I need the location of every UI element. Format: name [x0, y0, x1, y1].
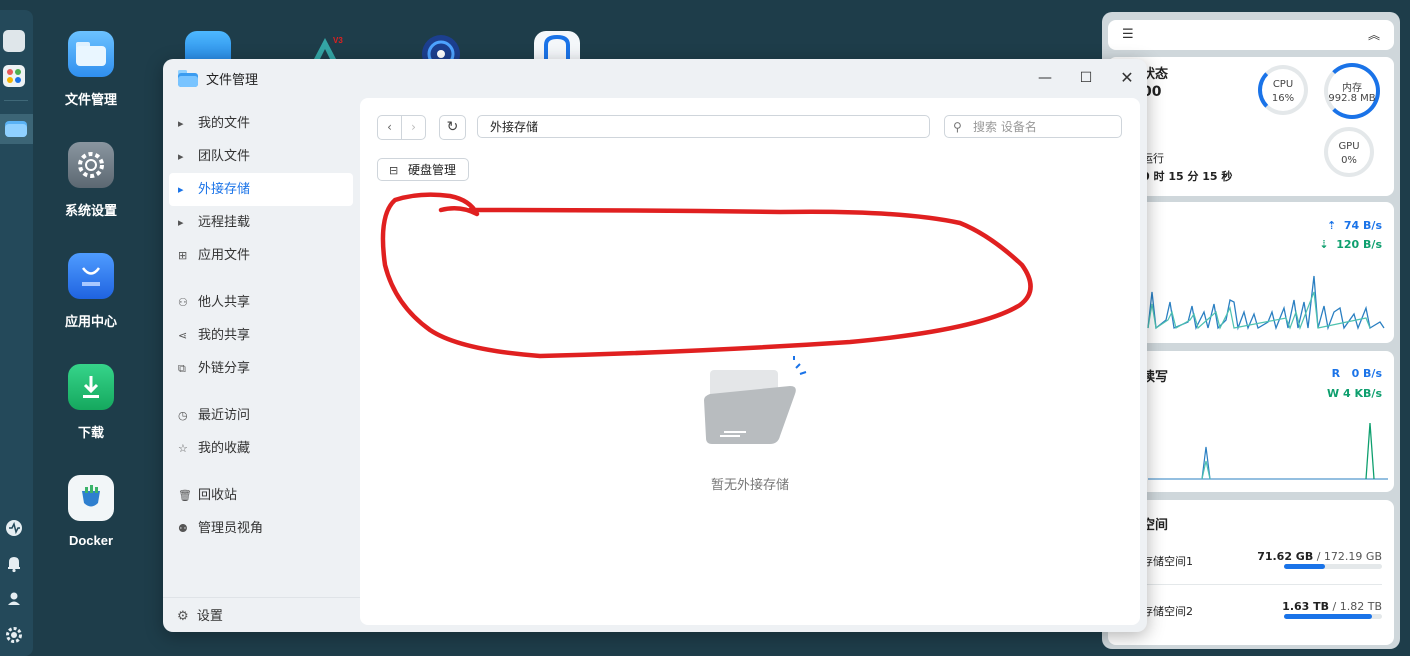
uptime-value: 0 时 15 分 15 秒	[1142, 170, 1233, 183]
close-button[interactable]: ✕	[1116, 67, 1138, 89]
svg-text:V3: V3	[333, 36, 343, 45]
bell-icon[interactable]	[4, 553, 24, 573]
window-titlebar[interactable]: 文件管理 — ☐ ✕	[163, 59, 1147, 97]
forward-button[interactable]: ›	[401, 115, 426, 140]
apps-grid-icon[interactable]	[3, 65, 25, 87]
sidebar-item-remote-mount[interactable]: ▸ 远程挂载	[169, 206, 353, 239]
grid-icon: ⊞	[178, 249, 188, 262]
search-icon: ⚲	[953, 120, 962, 134]
sidebar-item-app-files[interactable]: ⊞ 应用文件	[169, 239, 353, 272]
back-button[interactable]: ‹	[377, 115, 402, 140]
sidebar-item-shared-with-me[interactable]: ⚇ 他人共享	[169, 286, 353, 319]
file-manager-title-icon	[177, 68, 199, 92]
widget-header: ☰ ︽	[1108, 20, 1394, 50]
widget-menu-icon[interactable]: ☰	[1122, 27, 1134, 42]
network-card: ⇡ 74 B/s ⇣ 120 B/s	[1108, 202, 1394, 343]
sync-app-icon[interactable]	[185, 31, 231, 59]
settings-gear-icon[interactable]	[4, 625, 24, 645]
external-link-icon: ⧉	[178, 362, 186, 375]
maximize-button[interactable]: ☐	[1075, 67, 1097, 89]
sidebar-item-external-storage[interactable]: ▸ 外接存储	[169, 173, 353, 206]
expand-arrow-icon: ▸	[178, 183, 184, 196]
storage-divider	[1142, 584, 1382, 585]
sidebar-item-recycle-bin[interactable]: 🗑 回收站	[169, 479, 353, 512]
users-icon: ⚇	[178, 296, 188, 309]
sidebar-item-recent[interactable]: ◷ 最近访问	[169, 399, 353, 432]
storage-card: 空间 存储空间1 71.62 GB / 172.19 GB 存储空间2 1.63…	[1108, 500, 1394, 645]
path-bar[interactable]: 外接存储	[477, 115, 930, 138]
expand-arrow-icon: ▸	[178, 150, 184, 163]
file-content-area: ‹ › ↻ 外接存储 ⚲ 搜索 设备名 ⊟ 硬盘管理 暂无外接存储	[360, 98, 1140, 625]
settings-button[interactable]: ⚙ 设置	[177, 605, 223, 624]
store-app-icon	[68, 253, 114, 299]
minimize-button[interactable]: —	[1034, 67, 1056, 89]
dock-divider	[4, 100, 28, 101]
sidebar-item-admin-view[interactable]: ⚉ 管理员视角	[169, 512, 353, 545]
file-manager-dock-icon[interactable]	[0, 114, 33, 144]
refresh-button[interactable]: ↻	[439, 115, 466, 140]
storage-pool-2-usage: 1.63 TB / 1.82 TB	[1282, 600, 1382, 613]
sidebar-item-favorites[interactable]: ☆ 我的收藏	[169, 432, 353, 465]
desktop-icon-system-settings[interactable]: 系统设置	[46, 142, 136, 219]
sidebar: ▸ 我的文件 ▸ 团队文件 ▸ 外接存储 ▸ 远程挂载 ⊞ 应用文件 ⚇ 他人共享 ⋖ 我的共…	[169, 107, 353, 545]
hard-disk-icon: ⊟	[389, 164, 399, 177]
trash-icon: 🗑	[178, 489, 192, 502]
star-icon: ☆	[178, 442, 188, 455]
system-status-card: 状态 00 运行 0 时 15 分 15 秒 CPU 16% 内存 992.8 …	[1108, 57, 1394, 196]
storage-pool-1-bar	[1284, 564, 1382, 569]
activity-icon[interactable]	[4, 518, 24, 538]
disk-manage-button[interactable]: ⊟ 硬盘管理	[377, 158, 469, 181]
desktop-icon-download[interactable]: 下载	[46, 364, 136, 441]
disk-io-card: 读写 R 0 B/s W 4 KB/s	[1108, 351, 1394, 492]
file-manager-window: 文件管理 — ☐ ✕ ▸ 我的文件 ▸ 团队文件 ▸ 外接存储 ▸ 远程挂载 ⊞ 应用文件…	[163, 59, 1147, 632]
storage-pool-2-bar	[1284, 614, 1382, 619]
window-title: 文件管理	[206, 73, 259, 88]
desktop-icon-file-manager[interactable]: 文件管理	[46, 31, 136, 108]
gear-app-icon	[68, 142, 114, 188]
disk-io-graph	[1148, 422, 1388, 480]
empty-state-text: 暂无外接存储	[710, 478, 789, 493]
user-icon[interactable]	[4, 589, 24, 609]
cpu-ring: CPU 16%	[1258, 65, 1308, 115]
network-graph	[1147, 275, 1385, 331]
storage-pool-1-usage: 71.62 GB / 172.19 GB	[1257, 550, 1382, 563]
dock	[0, 10, 33, 656]
storage-pool-2-name: 存储空间2	[1142, 605, 1193, 618]
expand-arrow-icon: ▸	[178, 216, 184, 229]
share-icon: ⋖	[178, 329, 188, 342]
sidebar-item-my-shares[interactable]: ⋖ 我的共享	[169, 319, 353, 352]
sidebar-item-my-files[interactable]: ▸ 我的文件	[169, 107, 353, 140]
cloud-app-icon[interactable]	[534, 31, 580, 59]
empty-folder-illustration	[704, 356, 807, 444]
desktop-icon-docker[interactable]: Docker	[46, 475, 136, 548]
music-app-icon[interactable]	[418, 34, 464, 73]
admin-user-icon: ⚉	[178, 522, 188, 535]
sidebar-item-team-files[interactable]: ▸ 团队文件	[169, 140, 353, 173]
storage-pool-1-name: 存储空间1	[1142, 555, 1193, 568]
settings-icon: ⚙	[177, 609, 189, 624]
vpn-app-icon[interactable]: V3	[302, 34, 348, 59]
sidebar-divider	[163, 597, 360, 598]
memory-ring: 内存 992.8 MB	[1324, 63, 1380, 119]
collapse-chevron-icon[interactable]: ︽	[1368, 26, 1380, 43]
sidebar-item-external-links[interactable]: ⧉ 外链分享	[169, 352, 353, 385]
search-input[interactable]: ⚲ 搜索 设备名	[944, 115, 1122, 138]
folder-app-icon	[68, 31, 114, 77]
desktop-icon-app-center[interactable]: 应用中心	[46, 253, 136, 330]
clock-icon: ◷	[178, 409, 188, 422]
expand-arrow-icon: ▸	[178, 117, 184, 130]
monitor-icon[interactable]	[3, 30, 25, 52]
docker-app-icon	[68, 475, 114, 521]
download-app-icon	[68, 364, 114, 410]
gpu-ring: GPU 0%	[1324, 127, 1374, 177]
